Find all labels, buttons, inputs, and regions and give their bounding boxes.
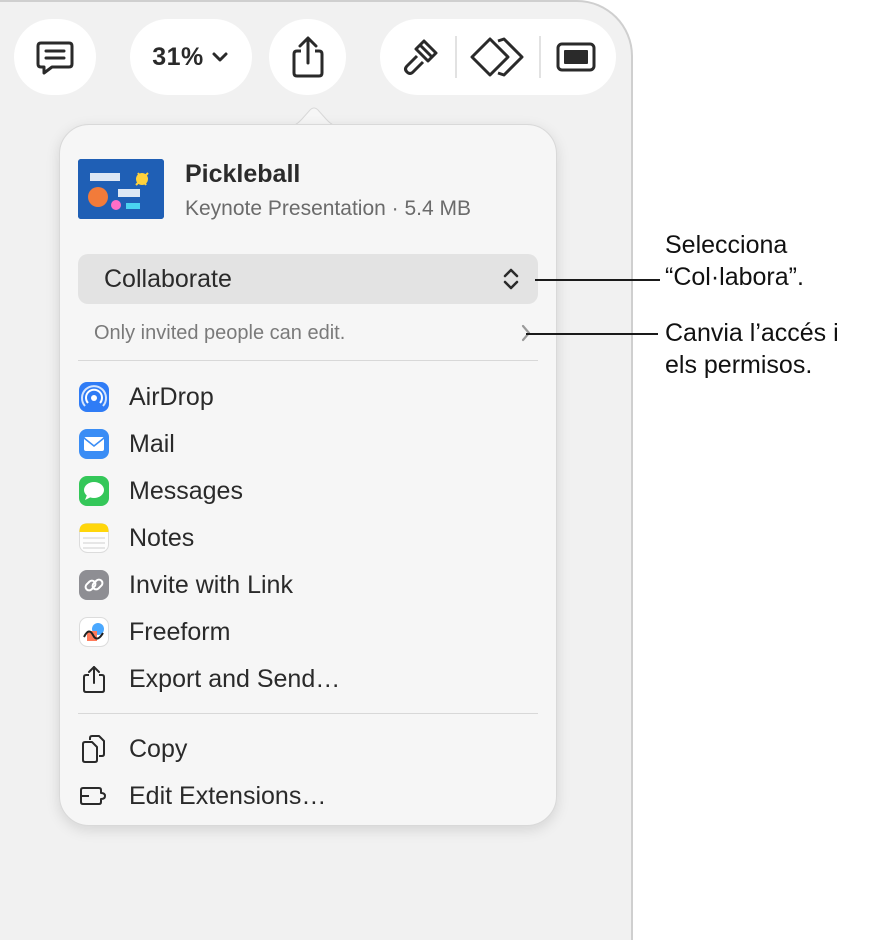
animate-diamond-icon [470, 37, 524, 77]
airdrop-icon [78, 381, 110, 413]
callout-access: Canvia l’accés i els permisos. [665, 319, 839, 379]
toolbar-divider [455, 36, 458, 78]
callout-collaborate: Selecciona “Col·labora”. [665, 231, 804, 291]
menu-item-label: Copy [129, 734, 188, 763]
export-icon [78, 663, 110, 695]
callout-leader-line [526, 333, 658, 335]
callout-leader-line [535, 279, 660, 281]
menu-separator [78, 360, 538, 361]
document-name: Pickleball [185, 160, 301, 188]
mail-icon [78, 428, 110, 460]
document-button[interactable] [554, 39, 598, 75]
menu-item-notes[interactable]: Notes [78, 515, 538, 561]
menu-item-label: Messages [129, 476, 243, 505]
share-icon [292, 36, 323, 78]
menu-item-freeform[interactable]: Freeform [78, 609, 538, 655]
collaborate-popup-button[interactable]: Collaborate [78, 254, 538, 304]
zoom-level: 31% [152, 42, 204, 71]
comment-button[interactable] [14, 19, 96, 95]
menu-item-edit-extensions[interactable]: Edit Extensions… [78, 773, 538, 819]
menu-item-invite-with-link[interactable]: Invite with Link [78, 562, 538, 608]
menu-item-label: Mail [129, 429, 175, 458]
menu-item-export-and-send[interactable]: Export and Send… [78, 656, 538, 702]
menu-item-label: Freeform [129, 617, 231, 646]
comment-bubble-icon [36, 41, 74, 75]
menu-separator [78, 713, 538, 714]
freeform-icon [78, 616, 110, 648]
menu-item-airdrop[interactable]: AirDrop [78, 374, 538, 420]
extensions-icon [78, 780, 110, 812]
format-button[interactable] [398, 35, 442, 79]
share-popover: Pickleball Keynote Presentation · 5.4 MB… [59, 124, 557, 826]
menu-item-copy[interactable]: Copy [78, 726, 538, 772]
menu-item-label: Notes [129, 523, 195, 552]
chevron-down-icon [212, 52, 228, 62]
menu-item-label: Export and Send… [129, 664, 341, 693]
document-thumbnail [78, 159, 164, 219]
collaborate-label: Collaborate [104, 264, 232, 293]
access-permissions-row[interactable]: Only invited people can edit. [94, 315, 532, 351]
link-icon [78, 569, 110, 601]
menu-item-label: Edit Extensions… [129, 781, 327, 810]
menu-item-messages[interactable]: Messages [78, 468, 538, 514]
zoom-menu[interactable]: 31% [130, 19, 252, 95]
access-summary: Only invited people can edit. [94, 321, 346, 344]
notes-icon [78, 522, 110, 554]
menu-item-label: AirDrop [129, 382, 214, 411]
document-panel-icon [556, 42, 596, 72]
toolbar-divider [538, 36, 541, 78]
animate-button[interactable] [470, 35, 526, 79]
inspector-toolbar-group [380, 19, 616, 95]
menu-item-label: Invite with Link [129, 570, 293, 599]
copy-icon [78, 733, 110, 765]
share-button[interactable] [269, 19, 346, 95]
document-subtitle: Keynote Presentation · 5.4 MB [185, 197, 471, 220]
menu-item-mail[interactable]: Mail [78, 421, 538, 467]
messages-icon [78, 475, 110, 507]
up-down-chevron-icon [503, 268, 519, 290]
paintbrush-icon [404, 39, 438, 75]
